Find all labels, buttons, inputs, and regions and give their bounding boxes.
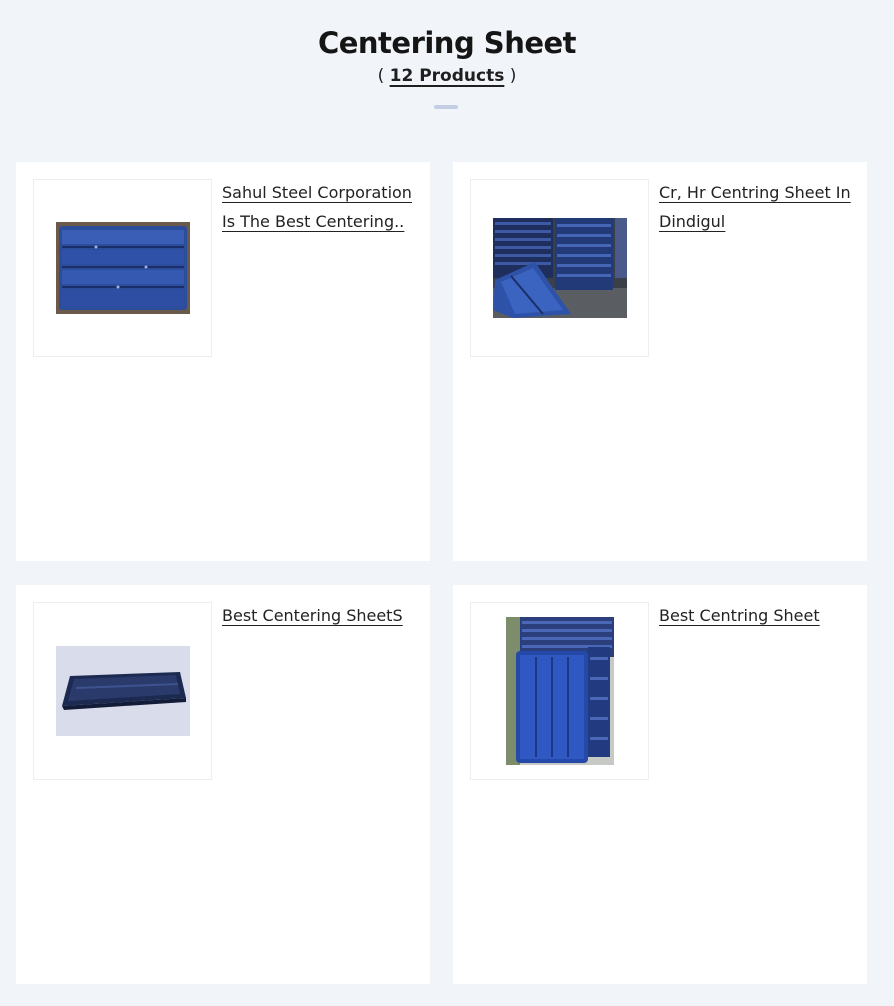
product-name-link[interactable]: Best Centring Sheet: [659, 602, 855, 631]
product-name-text: Cr, Hr Centring Sheet In Dindigul: [659, 183, 851, 231]
product-thumbnail[interactable]: [33, 179, 212, 357]
product-name-link[interactable]: Cr, Hr Centring Sheet In Dindigul: [659, 179, 855, 236]
count-paren-close: ): [504, 66, 517, 86]
product-count-link[interactable]: 12 Products: [390, 66, 505, 86]
product-name-link[interactable]: Best Centering SheetS: [222, 602, 418, 631]
product-name-text: Best Centring Sheet: [659, 606, 820, 625]
product-card: Sahul Steel Corporation Is The Best Cent…: [16, 162, 430, 561]
product-card: Cr, Hr Centring Sheet In Dindigul: [453, 162, 867, 561]
product-card: Best Centring Sheet: [453, 585, 867, 984]
product-thumbnail[interactable]: [470, 602, 649, 780]
page-title: Centering Sheet: [317, 26, 577, 60]
blue-centering-sheet-panel-image: [55, 222, 190, 314]
product-thumbnail[interactable]: [33, 602, 212, 780]
count-paren-open: (: [377, 66, 390, 86]
product-name-link[interactable]: Sahul Steel Corporation Is The Best Cent…: [222, 179, 418, 236]
product-thumbnail[interactable]: [470, 179, 649, 357]
product-name-text: Best Centering SheetS: [222, 606, 403, 625]
product-count: ( 12 Products ): [0, 66, 894, 86]
upright-centring-sheet-image: [505, 617, 614, 765]
product-name-text: Sahul Steel Corporation Is The Best Cent…: [222, 183, 412, 231]
product-card: Best Centering SheetS: [16, 585, 430, 984]
tray-centering-sheet-image: [55, 646, 190, 736]
title-divider: [434, 105, 458, 109]
stacked-centring-sheets-image: [492, 218, 627, 318]
